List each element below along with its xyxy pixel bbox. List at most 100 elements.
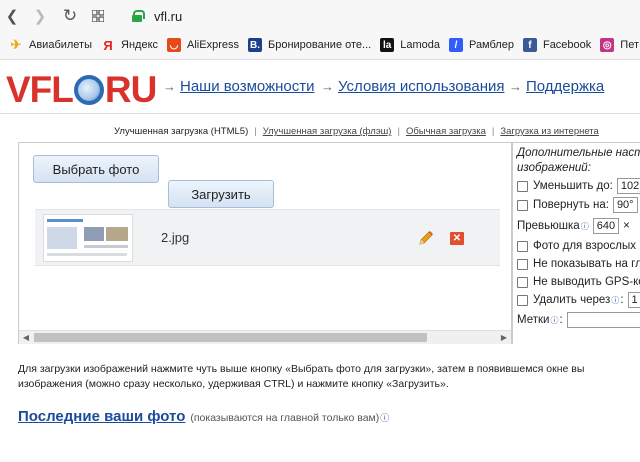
resize-checkbox[interactable] — [517, 180, 528, 192]
reload-icon[interactable]: ↻ — [60, 6, 80, 26]
bookmark-label: Lamoda — [400, 39, 440, 51]
tab-internet-upload[interactable]: Загрузка из интернета — [500, 126, 598, 137]
bookmark-label: AliExpress — [187, 39, 239, 51]
tab-html5-upload[interactable]: Улучшенная загрузка (HTML5) — [114, 126, 248, 137]
logo-text-right: RU — [104, 69, 157, 110]
upload-panel: Выбрать фото Загрузить 2.jpg ✕ ◀ ▶ — [18, 142, 512, 344]
scroll-right-icon[interactable]: ▶ — [497, 331, 511, 344]
hide-main-label: Не показывать на гл — [533, 258, 640, 270]
help-icon[interactable]: ⓘ — [550, 315, 558, 326]
gps-label: Не выводить GPS-ко — [533, 276, 640, 288]
globe-icon — [73, 75, 104, 105]
file-name: 2.jpg — [161, 230, 190, 245]
tabs-grid-icon[interactable] — [88, 6, 108, 26]
rotate-label: Повернуть на: — [533, 199, 609, 211]
gps-option: Не выводить GPS-ко — [517, 273, 640, 291]
preview-option: Превьюшка ⓘ 640 × — [517, 217, 630, 235]
gps-checkbox[interactable] — [517, 276, 528, 288]
bookmark-item[interactable]: ✈ Авиабилеты — [9, 37, 93, 52]
bookmark-item[interactable]: f Facebook — [522, 38, 591, 52]
bookmark-label: Яндекс — [121, 39, 159, 51]
browser-chrome: ❮ ❯ ↻ vfl.ru ✈ Авиабилеты Я Яндекс ◡ AliExpre… — [0, 0, 640, 60]
edit-pencil-icon[interactable] — [417, 229, 435, 247]
bookmark-item[interactable]: ◎ Пет — [600, 38, 639, 52]
nav-item-support[interactable]: → Поддержка — [509, 78, 604, 95]
hide-main-checkbox[interactable] — [517, 258, 528, 270]
arrow-right-icon: → — [509, 79, 522, 94]
file-row: 2.jpg ✕ — [35, 209, 500, 266]
address-bar[interactable]: vfl.ru — [132, 6, 182, 26]
delete-file-icon[interactable]: ✕ — [450, 232, 464, 245]
forward-icon[interactable]: ❯ — [30, 6, 50, 26]
hide-main-option: Не показывать на гл — [517, 255, 640, 273]
bookmark-item[interactable]: B. Бронирование оте... — [247, 38, 372, 52]
help-icon[interactable]: ⓘ — [611, 295, 619, 306]
tags-label: Метки — [517, 314, 550, 326]
site-logo[interactable]: VFL RU — [6, 69, 157, 111]
tags-input[interactable] — [566, 312, 640, 328]
help-icon[interactable]: ⓘ — [581, 221, 589, 232]
adult-label: Фото для взрослых — [533, 240, 636, 252]
lock-icon — [132, 10, 145, 22]
delete-after-checkbox[interactable] — [517, 294, 528, 306]
image-settings-panel: Дополнительные настройки изображений: Ум… — [512, 142, 640, 344]
logo-text-left: VFL — [6, 69, 74, 110]
arrow-right-icon: → — [321, 79, 334, 94]
bookmark-item[interactable]: Я Яндекс — [101, 38, 159, 53]
file-thumbnail — [43, 214, 133, 262]
instagram-icon: ◎ — [600, 38, 615, 52]
choose-photo-button[interactable]: Выбрать фото — [33, 155, 159, 183]
bookmark-label: Пет — [620, 39, 639, 51]
rotate-select[interactable]: 90° — [612, 197, 638, 213]
tab-separator: | — [254, 126, 257, 137]
bookmark-label: Авиабилеты — [29, 39, 93, 51]
back-icon[interactable]: ❮ — [2, 6, 22, 26]
resize-label: Уменьшить до: — [533, 180, 613, 192]
instructions-line-2: изображения (можно сразу несколько, удер… — [18, 378, 449, 390]
scroll-left-icon[interactable]: ◀ — [19, 331, 33, 344]
tab-flash-upload[interactable]: Улучшенная загрузка (флэш) — [263, 126, 392, 137]
scrollbar-thumb[interactable] — [34, 333, 427, 342]
recent-photos-note: (показываются на главной только вам) — [190, 412, 380, 424]
rotate-checkbox[interactable] — [517, 199, 528, 211]
nav-link-support[interactable]: Поддержка — [526, 78, 604, 95]
bookmarks-bar: ✈ Авиабилеты Я Яндекс ◡ AliExpress B. Бронирова… — [0, 33, 640, 57]
nav-item-terms[interactable]: → Условия использования — [321, 78, 505, 95]
preview-input[interactable]: 640 — [592, 218, 620, 234]
tab-separator: | — [491, 126, 495, 137]
bookmark-label: Бронирование оте... — [267, 39, 372, 51]
help-icon[interactable]: ⓘ — [380, 411, 389, 424]
delete-after-option: Удалить через ⓘ:1 — [517, 291, 640, 309]
plane-icon: ✈ — [10, 37, 22, 52]
resize-input[interactable]: 102 — [616, 178, 640, 194]
tags-option: Метки ⓘ: — [517, 311, 640, 329]
nav-link-terms[interactable]: Условия использования — [338, 78, 505, 95]
lamoda-icon: la — [380, 38, 395, 52]
rotate-option: Повернуть на: 90° — [517, 196, 638, 214]
recent-photos-heading: Последние ваши фото (показываются на гла… — [18, 408, 389, 425]
tab-separator: | — [397, 126, 400, 137]
upload-method-tabs: Улучшенная загрузка (HTML5) | Улучшенная з… — [114, 126, 599, 137]
aliexpress-icon: ◡ — [167, 38, 182, 52]
bookmark-item[interactable]: ◡ AliExpress — [167, 38, 239, 52]
rambler-icon: / — [448, 38, 463, 52]
nav-item-features[interactable]: → Наши возможности — [163, 78, 315, 95]
settings-title: Дополнительные настройки изображений: — [517, 147, 640, 174]
resize-option: Уменьшить до: 102 — [517, 177, 640, 195]
adult-checkbox[interactable] — [517, 240, 528, 252]
bookmark-item[interactable]: / Рамблер — [448, 38, 514, 52]
nav-link-features[interactable]: Наши возможности — [180, 78, 315, 95]
booking-icon: B. — [247, 38, 262, 52]
delete-after-label: Удалить через — [533, 294, 611, 306]
adult-option: Фото для взрослых — [517, 237, 636, 255]
bookmark-item[interactable]: la Lamoda — [380, 38, 440, 52]
horizontal-scrollbar[interactable]: ◀ ▶ — [19, 330, 511, 344]
delete-after-select[interactable]: 1 — [627, 292, 640, 308]
preview-label: Превьюшка — [517, 220, 580, 232]
tab-simple-upload[interactable]: Обычная загрузка — [406, 126, 486, 137]
upload-button[interactable]: Загрузить — [168, 180, 274, 208]
recent-photos-link[interactable]: Последние ваши фото — [18, 408, 185, 425]
upload-instructions: Для загрузки изображений нажмите чуть вы… — [18, 362, 640, 392]
url-text: vfl.ru — [154, 8, 183, 24]
site-header: VFL RU → Наши возможности → Условия использ… — [0, 60, 640, 114]
